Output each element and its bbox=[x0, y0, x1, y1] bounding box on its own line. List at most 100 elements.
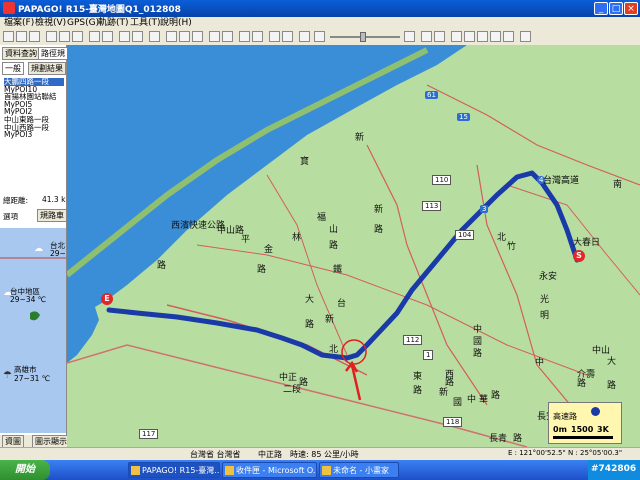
info-icon[interactable] bbox=[282, 31, 293, 42]
cut-icon[interactable] bbox=[46, 31, 57, 42]
tab-search[interactable]: 資料查詢 bbox=[2, 47, 40, 60]
screenshot-icon[interactable] bbox=[520, 31, 531, 42]
highway-shield: 113 bbox=[422, 201, 442, 211]
map-label: 中山路 bbox=[217, 226, 245, 236]
map-label: 國 bbox=[473, 337, 483, 347]
back-icon[interactable] bbox=[89, 31, 100, 42]
menu-help[interactable]: 說明(H) bbox=[160, 17, 192, 29]
measure-icon[interactable] bbox=[503, 31, 514, 42]
map-label: 中 bbox=[473, 325, 483, 335]
cloud-icon: ☁ bbox=[34, 244, 43, 254]
map-label: 南 bbox=[613, 180, 623, 190]
option-label: 選項 bbox=[3, 212, 18, 221]
save-icon[interactable] bbox=[29, 31, 40, 42]
zoom-in-icon[interactable] bbox=[404, 31, 415, 42]
zoom-slider-knob[interactable] bbox=[360, 32, 366, 42]
map-label: 台灣高道 bbox=[543, 176, 580, 186]
papago-icon bbox=[131, 466, 140, 475]
open-icon[interactable] bbox=[16, 31, 27, 42]
map-label: 路 bbox=[513, 434, 523, 444]
paste-icon[interactable] bbox=[72, 31, 83, 42]
taskbar-papago[interactable]: PAPAGO! R15-臺灣... bbox=[128, 462, 220, 478]
taskbar-paint[interactable]: 未命名 - 小畫家 bbox=[319, 462, 399, 478]
paint-icon bbox=[322, 466, 331, 475]
map-label: 中山 bbox=[592, 346, 611, 356]
map-label: 路 bbox=[473, 349, 483, 359]
map-label: 寶 bbox=[300, 157, 310, 167]
map-label: 福 bbox=[317, 213, 327, 223]
play-icon[interactable] bbox=[179, 31, 190, 42]
rain-icon: ☂ bbox=[3, 370, 12, 381]
new-icon[interactable] bbox=[3, 31, 14, 42]
status-speed: 時速: 85 公里/小時 bbox=[290, 450, 359, 459]
window-title: PAPAGO! R15-臺灣地圖Q1_012808 bbox=[18, 5, 181, 15]
maximize-button[interactable]: □ bbox=[609, 2, 623, 15]
map-label: 新 bbox=[355, 133, 365, 143]
map-label: 台 bbox=[337, 299, 347, 309]
map-label: 新 bbox=[325, 315, 335, 325]
gps-icon[interactable] bbox=[149, 31, 160, 42]
rotate-right-icon[interactable] bbox=[464, 31, 475, 42]
map-label: 路 bbox=[413, 386, 423, 396]
minimize-button[interactable]: _ bbox=[594, 2, 608, 15]
weather-temp: 29~34 ℃ bbox=[10, 295, 47, 304]
status-location: 台灣省 台灣省 bbox=[190, 450, 241, 459]
map-label: 長青 bbox=[489, 434, 508, 444]
outlook-icon bbox=[225, 466, 234, 475]
list-item[interactable]: MyPOI3 bbox=[4, 131, 64, 139]
compass-icon[interactable] bbox=[490, 31, 501, 42]
pointer-icon[interactable] bbox=[421, 31, 432, 42]
help-icon[interactable] bbox=[299, 31, 310, 42]
pan-icon[interactable] bbox=[434, 31, 445, 42]
tab-general[interactable]: 一般 bbox=[2, 62, 24, 75]
weather-panel: ☁ 台北 29~ ☁ 台中地區 29~34 ℃ ☂ 高雄市 27~31 ℃ bbox=[0, 228, 66, 433]
menu-file[interactable]: 檔案(F) bbox=[4, 17, 34, 29]
list-icon[interactable] bbox=[252, 31, 263, 42]
system-tray: #742806 bbox=[588, 460, 640, 480]
layer-icon[interactable] bbox=[209, 31, 220, 42]
close-button[interactable]: × bbox=[624, 2, 638, 15]
home-icon[interactable] bbox=[132, 31, 143, 42]
start-button[interactable]: 開始 bbox=[0, 460, 50, 480]
menu-gps[interactable]: GPS(G) bbox=[67, 17, 99, 29]
start-marker[interactable]: S bbox=[573, 250, 585, 262]
map-label: 林 bbox=[292, 233, 302, 243]
scale-zoom: 1500 bbox=[571, 425, 594, 434]
scale-end: 3K bbox=[597, 425, 609, 434]
map-label: 東 bbox=[413, 372, 423, 382]
rotate-left-icon[interactable] bbox=[451, 31, 462, 42]
highway-shield: 110 bbox=[432, 175, 452, 185]
record-icon[interactable] bbox=[166, 31, 177, 42]
total-distance-label: 總距離: bbox=[3, 196, 29, 205]
forward-icon[interactable] bbox=[102, 31, 113, 42]
tab-plan-result[interactable]: 規劃結果 bbox=[28, 62, 66, 75]
map-label: 新 bbox=[439, 388, 449, 398]
map-label: 路 bbox=[305, 320, 315, 330]
car-icon[interactable] bbox=[119, 31, 130, 42]
print-icon[interactable] bbox=[269, 31, 280, 42]
tab-route[interactable]: 路徑規 bbox=[38, 47, 68, 60]
zoom-out-icon[interactable] bbox=[314, 31, 325, 42]
map-label: 光 bbox=[540, 295, 550, 305]
north-icon[interactable] bbox=[477, 31, 488, 42]
route-icon[interactable] bbox=[239, 31, 250, 42]
highway-shield: 117 bbox=[139, 429, 159, 439]
map-label: 山 bbox=[329, 225, 339, 235]
title-bar: PAPAGO! R15-臺灣地圖Q1_012808 _ □ × bbox=[0, 0, 640, 17]
highway-shield: 112 bbox=[403, 335, 423, 345]
map-view[interactable]: E S 台灣高道 大春日 永安 竹 北 西濱快速公路 中山路 路 平 金 林 路… bbox=[67, 45, 640, 447]
poi-icon[interactable] bbox=[222, 31, 233, 42]
menu-track[interactable]: 軌跡(T) bbox=[98, 17, 129, 29]
compass-icon[interactable] bbox=[591, 407, 600, 416]
route-type-button[interactable]: 規路車 bbox=[37, 209, 67, 222]
menu-view[interactable]: 檢視(V) bbox=[35, 17, 66, 29]
map-label: 北 bbox=[329, 345, 339, 355]
stop-icon[interactable] bbox=[192, 31, 203, 42]
menu-tools[interactable]: 工具(T) bbox=[130, 17, 161, 29]
map-label: 鐵 bbox=[333, 265, 343, 275]
end-marker[interactable]: E bbox=[101, 293, 113, 305]
taskbar-outlook[interactable]: 收件匣 - Microsoft O... bbox=[222, 462, 317, 478]
copy-icon[interactable] bbox=[59, 31, 70, 42]
map-label: 路 bbox=[374, 225, 384, 235]
scale-distance: 0m bbox=[553, 425, 567, 434]
